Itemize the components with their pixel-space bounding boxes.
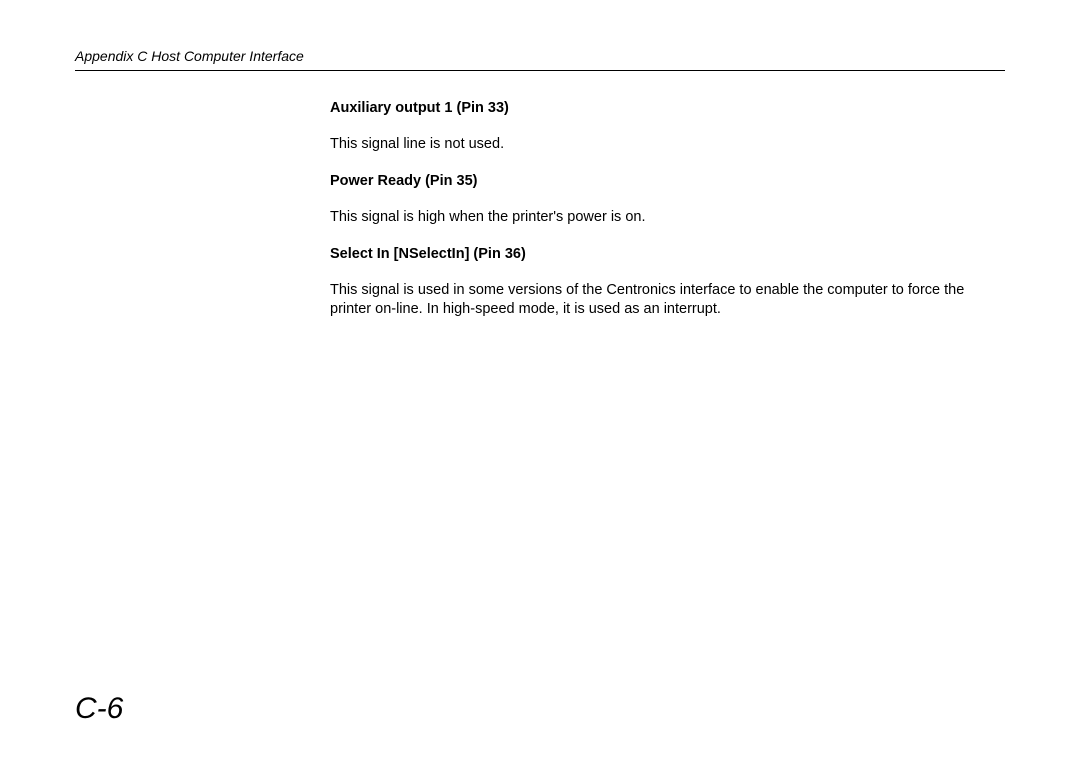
section-body-2: This signal is high when the printer's p… [330,208,1005,228]
page-header: Appendix C Host Computer Interface [75,48,1005,71]
section-body-1: This signal line is not used. [330,135,1005,155]
main-content: Auxiliary output 1 (Pin 33) This signal … [330,99,1005,320]
section-heading-2: Power Ready (Pin 35) [330,172,1005,192]
section-heading-1: Auxiliary output 1 (Pin 33) [330,99,1005,119]
header-title: Appendix C Host Computer Interface [75,48,304,64]
document-page: Appendix C Host Computer Interface Auxil… [0,0,1080,764]
section-body-3: This signal is used in some versions of … [330,281,1005,320]
page-number: C-6 [75,692,123,726]
section-heading-3: Select In [NSelectIn] (Pin 36) [330,245,1005,265]
